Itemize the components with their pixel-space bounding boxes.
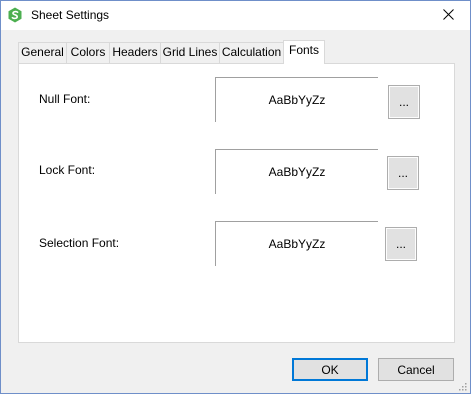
- window-title: Sheet Settings: [31, 8, 110, 22]
- null-font-label: Null Font:: [39, 92, 91, 106]
- title-bar: Sheet Settings: [1, 1, 470, 30]
- selection-font-browse-button[interactable]: ...: [385, 227, 417, 261]
- cancel-button[interactable]: Cancel: [378, 358, 454, 381]
- tab-grid-lines[interactable]: Grid Lines: [160, 42, 220, 63]
- tab-strip: General Colors Headers Grid Lines Calcul…: [1, 40, 470, 64]
- tab-calculation[interactable]: Calculation: [219, 42, 284, 63]
- lock-font-label: Lock Font:: [39, 163, 96, 177]
- null-font-preview: AaBbYyZz: [215, 77, 378, 122]
- close-button[interactable]: [426, 1, 470, 30]
- selection-font-preview: AaBbYyZz: [215, 221, 378, 266]
- lock-font-preview: AaBbYyZz: [215, 149, 378, 194]
- ok-button[interactable]: OK: [292, 358, 368, 381]
- selection-font-label: Selection Font:: [39, 236, 120, 250]
- resize-grip-icon[interactable]: [457, 380, 467, 391]
- close-icon: [442, 8, 454, 23]
- sheet-settings-dialog: Sheet Settings General Colors Headers Gr…: [0, 0, 471, 394]
- fonts-tab-panel: Null Font: AaBbYyZz ... Lock Font: AaBbY…: [18, 63, 455, 343]
- tab-general[interactable]: General: [18, 42, 67, 63]
- lock-font-browse-button[interactable]: ...: [387, 156, 419, 190]
- tab-headers[interactable]: Headers: [109, 42, 161, 63]
- app-logo-icon: [7, 7, 23, 23]
- null-font-browse-button[interactable]: ...: [388, 85, 420, 119]
- tab-colors[interactable]: Colors: [66, 42, 110, 63]
- tab-fonts[interactable]: Fonts: [283, 40, 325, 64]
